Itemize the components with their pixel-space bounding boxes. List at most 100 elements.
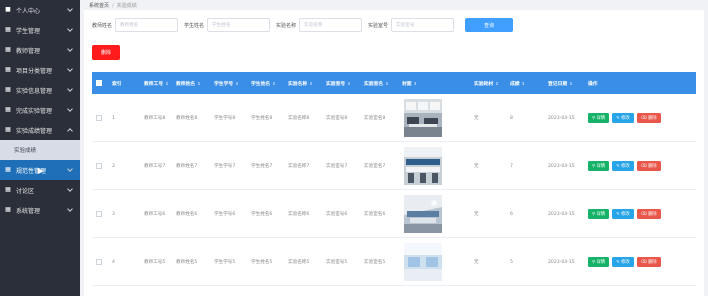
edit-button[interactable]: ✎ 修改: [612, 209, 634, 219]
detail-button[interactable]: ⚲ 详情: [588, 161, 610, 171]
sidebar-item-experiment-info[interactable]: ▦ 实验信息管理: [0, 80, 80, 100]
lab-number-label: 实验室号: [368, 22, 389, 29]
detail-button[interactable]: ⚲ 详情: [588, 209, 610, 219]
student-name-label: 学生姓名: [184, 22, 205, 29]
sidebar-item-label: 系统管理: [16, 207, 41, 215]
breadcrumb-home[interactable]: 系统首页: [89, 3, 109, 9]
sort-icon: ⇕: [521, 80, 525, 86]
cell-experiment-name: 实验名称8: [288, 116, 310, 121]
lab-cover-image[interactable]: [404, 243, 442, 281]
select-all-checkbox[interactable]: [96, 80, 102, 86]
chevron-down-icon: [67, 166, 73, 172]
column-header-teacher-id[interactable]: 教师工号 ⇕: [140, 72, 172, 94]
row-checkbox[interactable]: [96, 163, 102, 169]
cell-student-id: 学生学号6: [214, 212, 236, 217]
sidebar-item-project-category[interactable]: ▦ 项目分类管理: [0, 60, 80, 80]
row-checkbox[interactable]: [96, 211, 102, 217]
table-row: 3 教师工号6 教师姓名6 学生学号6 学生姓名6 实验名称6 实验室号6 实验…: [92, 190, 696, 238]
sidebar-item-label: 个人中心: [16, 7, 41, 15]
sort-icon: ⇕: [235, 80, 239, 86]
cell-cover: [398, 142, 470, 190]
teacher-name-label: 教师姓名: [92, 22, 113, 29]
delete-button[interactable]: ⌫ 删除: [636, 257, 661, 267]
chevron-down-icon: [67, 66, 73, 72]
cell-cover: [398, 190, 470, 238]
chevron-down-icon: [67, 6, 73, 12]
search-button[interactable]: 查询: [465, 18, 514, 32]
search-bar: 教师姓名 教师姓名 学生姓名 学生姓名 实验名称 实验名称 实验室号 实验室号 …: [92, 18, 514, 32]
sidebar-item-experiment-scores[interactable]: ▦ 实验成绩管理: [0, 120, 80, 140]
cell-student-name: 学生姓名7: [251, 164, 273, 169]
column-header-teacher-name[interactable]: 教师姓名 ⇕: [172, 72, 210, 94]
teacher-name-input[interactable]: 教师姓名: [115, 18, 179, 32]
sidebar-subitem-experiment-score[interactable]: 实验成绩: [0, 140, 80, 160]
edit-button[interactable]: ✎ 修改: [612, 161, 634, 171]
grid-icon: ▦: [5, 126, 11, 133]
student-name-input[interactable]: 学生姓名: [207, 18, 271, 32]
sidebar-item-completed-experiments[interactable]: ▦ 完成实验管理: [0, 100, 80, 120]
cell-teacher-id: 教师工号6: [144, 212, 166, 217]
sort-icon: ⇕: [309, 80, 313, 86]
table-row: 4 教师工号5 教师姓名5 学生学号5 学生姓名5 实验名称5 实验室号5 实验…: [92, 238, 696, 286]
cell-index: 4: [112, 259, 115, 265]
row-checkbox[interactable]: [96, 259, 102, 265]
edit-button[interactable]: ✎ 修改: [612, 257, 634, 267]
lab-cover-image[interactable]: [404, 195, 442, 233]
column-header-score[interactable]: 成绩 ⇕: [506, 72, 544, 94]
lab-cover-image[interactable]: [404, 99, 442, 137]
sort-icon: ⇕: [272, 80, 276, 86]
cell-actions: ⚲ 详情 ✎ 修改 ⌫ 删除: [584, 190, 696, 238]
sort-icon: ⇕: [413, 80, 417, 86]
cell-score: 6: [510, 211, 513, 217]
delete-button[interactable]: ⌫ 删除: [636, 113, 661, 123]
cell-lab-name: 实验室名8: [364, 116, 386, 121]
sidebar-item-label: 实验信息管理: [16, 87, 53, 95]
sidebar-item-discussion[interactable]: ▦ 讨论区: [0, 180, 80, 200]
sidebar-item-system[interactable]: ▦ 系统管理: [0, 200, 80, 220]
sidebar-item-label: 教师管理: [16, 47, 41, 55]
sidebar-item-label: 学生管理: [16, 27, 41, 35]
lab-cover-image[interactable]: [404, 147, 442, 185]
sidebar-item-label: 讨论区: [16, 187, 35, 195]
cell-index: 1: [112, 115, 115, 121]
sort-icon: ⇕: [165, 80, 169, 86]
detail-button[interactable]: ⚲ 详情: [588, 113, 610, 123]
grid-icon: ▦: [5, 26, 11, 33]
sidebar-item-label: 实验成绩管理: [16, 127, 53, 135]
edit-button[interactable]: ✎ 修改: [612, 113, 634, 123]
column-header-date[interactable]: 登记日期 ⇕: [544, 72, 584, 94]
lab-number-input[interactable]: 实验室号: [391, 18, 455, 32]
sidebar: ■ 个人中心 ▦ 学生管理 ▦ 教师管理 ▦ 项目分类管理 ▦ 实验信息管理 ▦…: [0, 0, 80, 296]
row-checkbox[interactable]: [96, 115, 102, 121]
cell-teacher-name: 教师姓名7: [176, 164, 198, 169]
column-header-index: 索引: [112, 81, 122, 87]
chevron-down-icon: [67, 206, 73, 212]
cell-date: 2023-04-15: [548, 211, 575, 217]
sidebar-item-students[interactable]: ▦ 学生管理: [0, 20, 80, 40]
delete-button[interactable]: ⌫ 删除: [636, 161, 661, 171]
sort-icon: ⇕: [495, 80, 499, 86]
experiment-name-input[interactable]: 实验名称: [299, 18, 363, 32]
column-header-cover[interactable]: 封面 ⇕: [398, 72, 470, 94]
cell-teacher-id: 教师工号8: [144, 116, 166, 121]
column-header-materials[interactable]: 实验耗材 ⇕: [470, 72, 506, 94]
column-header-lab-number[interactable]: 实验室号 ⇕: [322, 72, 360, 94]
cell-materials: 无: [474, 164, 479, 169]
cell-student-name: 学生姓名5: [251, 260, 273, 265]
column-header-lab-name[interactable]: 实验室名 ⇕: [360, 72, 398, 94]
detail-button[interactable]: ⚲ 详情: [588, 257, 610, 267]
cell-date: 2023-04-15: [548, 163, 575, 169]
column-header-actions: 操作: [588, 81, 598, 87]
sidebar-item-teachers[interactable]: ▦ 教师管理: [0, 40, 80, 60]
column-header-student-name[interactable]: 学生姓名 ⇕: [247, 72, 284, 94]
cell-lab-number: 实验室号6: [326, 212, 348, 217]
bulk-delete-button[interactable]: 删除: [92, 45, 120, 60]
delete-button[interactable]: ⌫ 删除: [636, 209, 661, 219]
column-header-student-id[interactable]: 学生学号 ⇕: [210, 72, 247, 94]
table-row: 2 教师工号7 教师姓名7 学生学号7 学生姓名7 实验名称7 实验室号7 实验…: [92, 142, 696, 190]
column-header-experiment-name[interactable]: 实验名称 ⇕: [284, 72, 322, 94]
cell-score: 7: [510, 163, 513, 169]
cell-teacher-name: 教师姓名6: [176, 212, 198, 217]
sidebar-item-personal-center[interactable]: ■ 个人中心: [0, 0, 80, 20]
user-icon: ■: [5, 6, 11, 13]
